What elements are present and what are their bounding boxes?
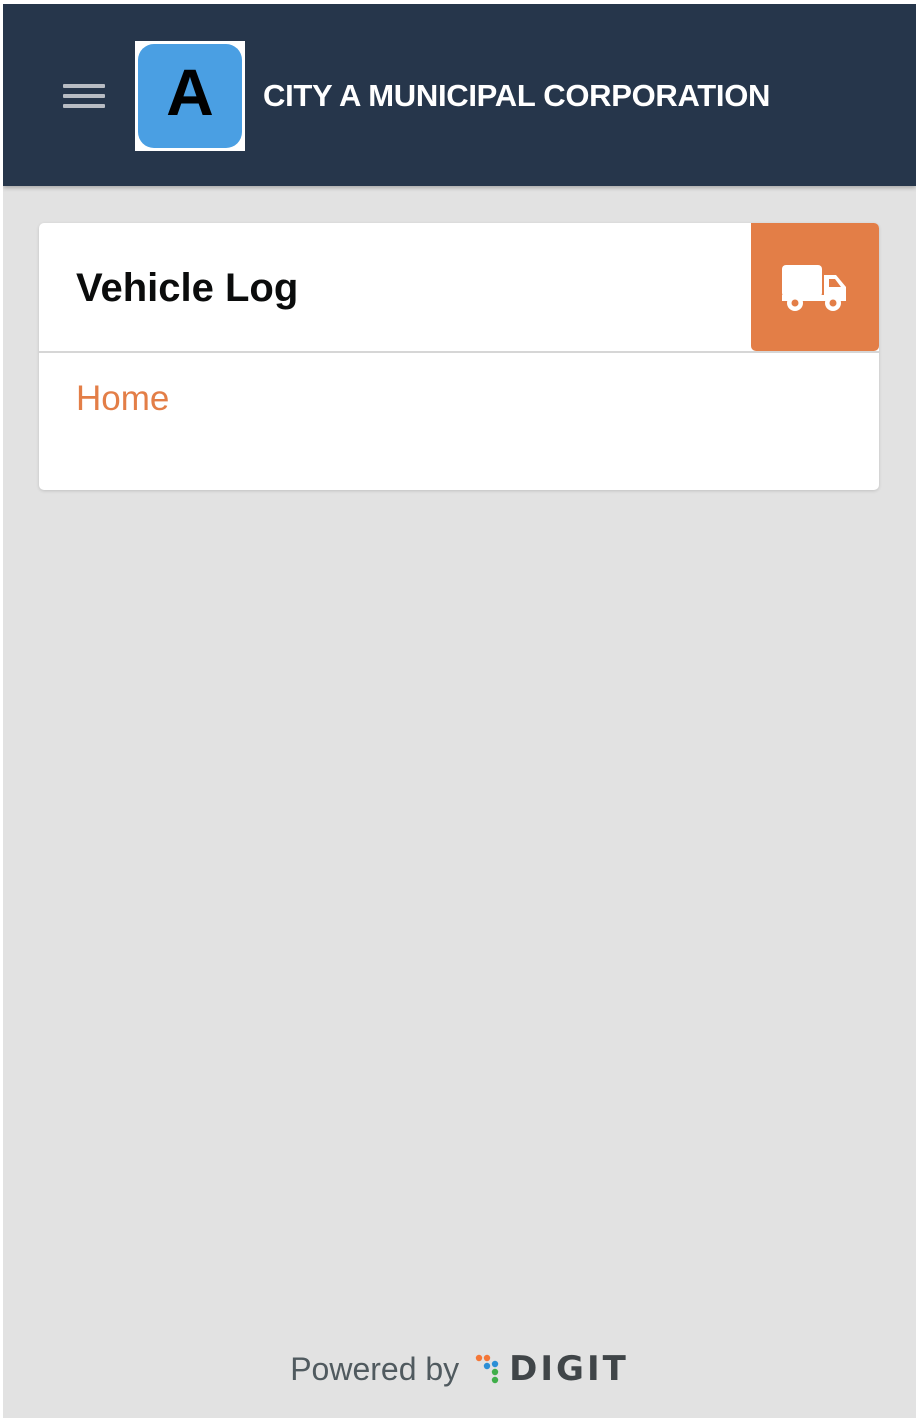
footer: Powered by DIGIT — [3, 1344, 916, 1394]
vehicle-log-card: Vehicle Log Home — [39, 223, 879, 490]
card-header: Vehicle Log — [39, 223, 879, 353]
truck-icon-tile — [751, 223, 879, 351]
logo-letter: A — [166, 55, 214, 129]
home-link[interactable]: Home — [76, 379, 169, 419]
card-title: Vehicle Log — [76, 266, 299, 310]
hamburger-menu-icon[interactable] — [63, 82, 105, 110]
app-frame: A CITY A MUNICIPAL CORPORATION Vehicle L… — [3, 4, 916, 1418]
truck-icon — [782, 265, 846, 311]
corporation-name: CITY A MUNICIPAL CORPORATION — [263, 78, 771, 113]
top-bar: A CITY A MUNICIPAL CORPORATION — [3, 4, 916, 186]
powered-by-text: Powered by — [290, 1350, 460, 1387]
digit-brand: DIGIT — [509, 1349, 629, 1389]
city-logo: A — [135, 41, 245, 151]
digit-logo-icon — [475, 1354, 499, 1384]
